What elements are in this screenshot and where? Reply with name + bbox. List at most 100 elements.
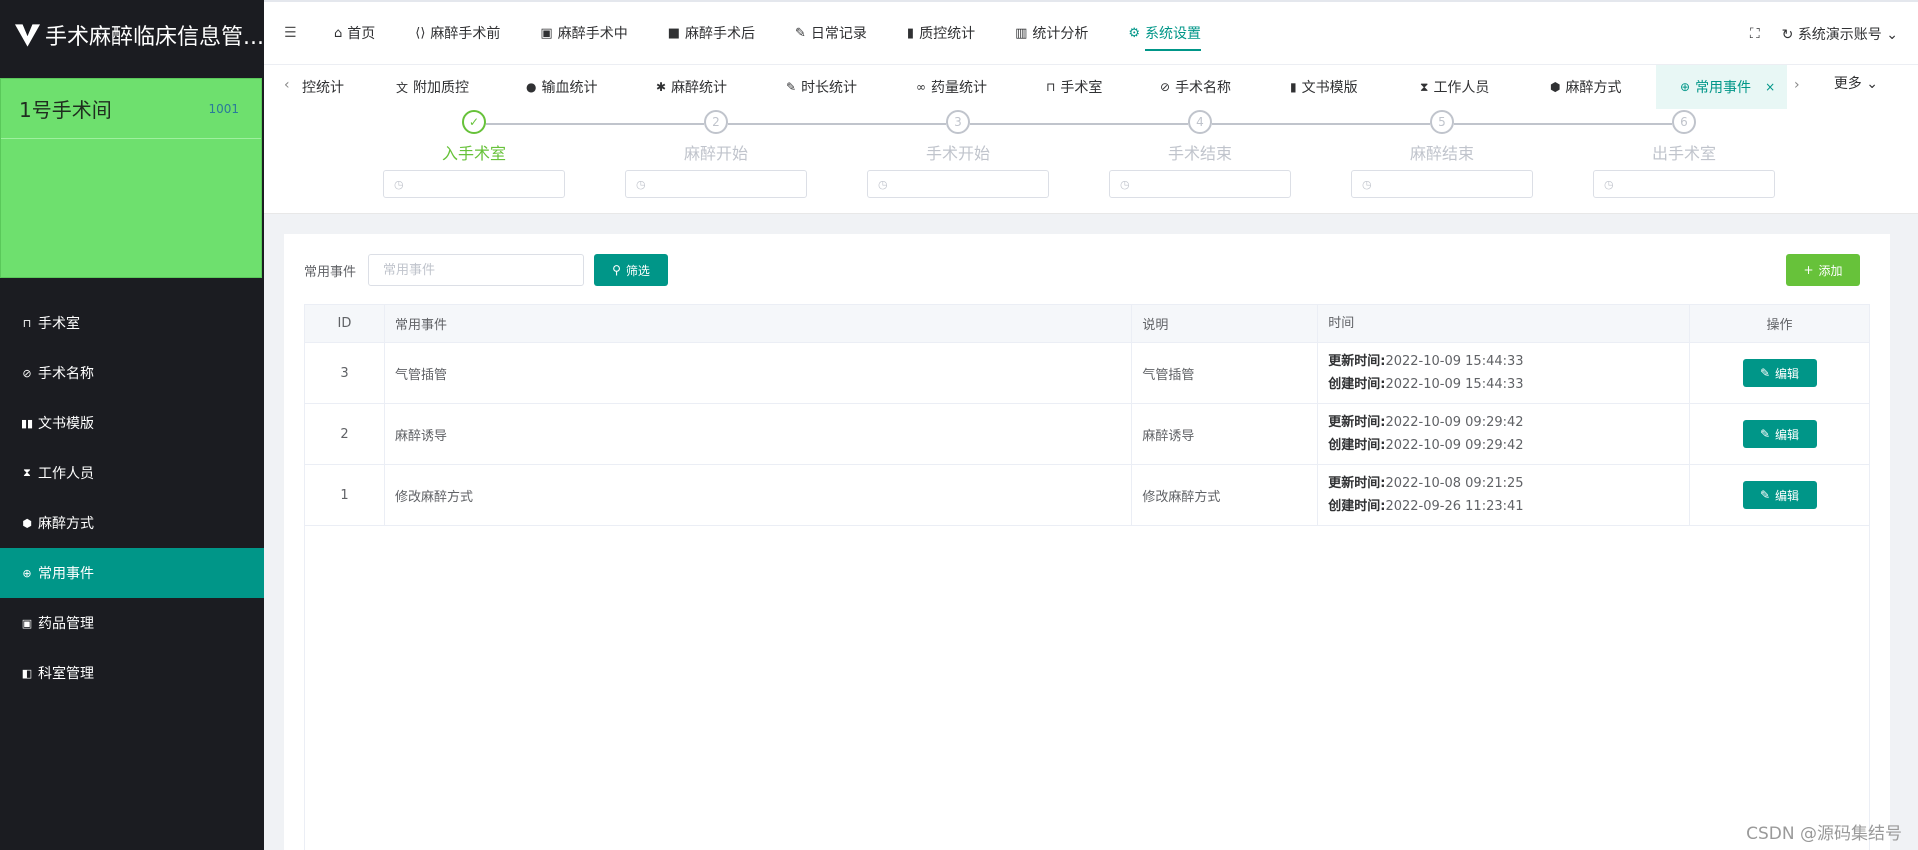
tab-operating-room[interactable]: ⊓ 手术室 — [1046, 65, 1102, 109]
nav-quality-stats[interactable]: ▮ 质控统计 — [887, 1, 995, 65]
event-search-input[interactable] — [368, 254, 585, 286]
sidebar-item-staff[interactable]: ⧗ 工作人员 — [0, 448, 264, 498]
edit-icon: ✎ — [1759, 366, 1771, 380]
filter-button[interactable]: ⚲ 筛选 — [594, 254, 669, 286]
nav-home[interactable]: ⌂ 首页 — [314, 1, 395, 65]
app-logo[interactable]: 手术麻醉临床信息管... — [0, 0, 264, 70]
video-icon: ■ — [667, 25, 681, 41]
page-tabs-bar: ‹ 控统计 文 附加质控 ● 输血统计 ✱ 麻醉统计 ✎ 时长统计 ∞ 药量统计… — [264, 64, 1918, 110]
tab-dosage-stats[interactable]: ∞ 药量统计 — [916, 65, 987, 109]
sidebar-item-surgery-name[interactable]: ⊘ 手术名称 — [0, 348, 264, 398]
tab-label: 控统计 — [302, 80, 344, 96]
tab-extra-quality[interactable]: 文 附加质控 — [396, 65, 469, 109]
cell-description: 气管插管 — [1131, 342, 1319, 404]
film-icon: ▣ — [540, 25, 553, 41]
tab-label: 手术室 — [1060, 80, 1103, 96]
sidebar-item-operating-room[interactable]: ⊓ 手术室 — [0, 298, 264, 348]
no-icon: ⊘ — [22, 366, 32, 380]
more-label: 更多 — [1833, 76, 1862, 92]
step-time-input[interactable]: ◷ — [1351, 170, 1533, 198]
clock-icon: ◷ — [1362, 177, 1372, 191]
plus-icon: + — [1803, 263, 1814, 277]
tabs-more-button[interactable]: 更多 ⌄ — [1834, 73, 1878, 93]
room-icon: ⊓ — [22, 316, 32, 330]
nav-label: 日常记录 — [810, 26, 867, 42]
top-navigation: ☰ ⌂ 首页 ⟨⟩ 麻醉手术前 ▣ 麻醉手术中 ■ 麻醉手术后 ✎ 日常记录 ▮… — [264, 0, 1918, 64]
table-header-row: ID 常用事件 说明 时间 操作 — [304, 304, 1870, 343]
sidebar-item-label: 科室管理 — [38, 666, 94, 682]
room-code: 1001 — [208, 101, 239, 116]
step-number: 2 — [704, 110, 728, 134]
home-icon: ⌂ — [334, 25, 343, 41]
sidebar-item-label: 手术室 — [38, 316, 80, 332]
tab-staff[interactable]: ⧗ 工作人员 — [1420, 65, 1489, 109]
clock-icon: ◷ — [394, 177, 404, 191]
tab-anesthesia-method[interactable]: ⬢ 麻醉方式 — [1550, 65, 1621, 109]
watermark: CSDN @源码集结号 — [1746, 824, 1902, 844]
col-event: 常用事件 — [383, 304, 1133, 343]
operating-room-card[interactable]: 1号手术间 1001 — [0, 78, 262, 278]
fullscreen-icon[interactable]: ⛶ — [1750, 26, 1760, 42]
file-plus-icon: ▣ — [21, 616, 33, 630]
nav-statistics[interactable]: ▥ 统计分析 — [995, 1, 1108, 65]
filter-button-label: 筛选 — [625, 263, 650, 278]
update-time: 2022-10-09 09:29:42 — [1385, 415, 1524, 430]
nav-intra-op[interactable]: ▣ 麻醉手术中 — [520, 1, 647, 65]
table-row: 2 麻醉诱导 麻醉诱导 更新时间:2022-10-09 09:29:42 创建时… — [304, 403, 1870, 465]
drop-icon: ● — [526, 80, 537, 94]
sidebar-item-label: 常用事件 — [38, 566, 94, 582]
sidebar-item-drug-management[interactable]: ▣ 药品管理 — [0, 598, 264, 648]
update-time-label: 更新时间: — [1328, 354, 1386, 369]
edit-button[interactable]: ✎ 编辑 — [1742, 359, 1817, 387]
bar-chart-icon: ▥ — [1015, 25, 1028, 41]
cell-time: 更新时间:2022-10-08 09:21:25 创建时间:2022-09-26… — [1317, 464, 1691, 526]
create-time-label: 创建时间: — [1328, 499, 1386, 514]
sidebar-item-document-template[interactable]: ▮▮ 文书模版 — [0, 398, 264, 448]
clock-icon: ◷ — [636, 177, 646, 191]
step-time-input[interactable]: ◷ — [1109, 170, 1291, 198]
tab-quality-stats[interactable]: 控统计 — [302, 65, 344, 109]
create-time: 2022-09-26 11:23:41 — [1385, 499, 1524, 514]
search-icon: ⚲ — [612, 263, 621, 277]
step-time-input[interactable]: ◷ — [625, 170, 807, 198]
sidebar-item-common-events[interactable]: ⊕ 常用事件 — [0, 548, 264, 598]
tab-anesthesia-stats[interactable]: ✱ 麻醉统计 — [656, 65, 727, 109]
tab-transfusion-stats[interactable]: ● 输血统计 — [526, 65, 597, 109]
plus-circle-icon: ⊕ — [22, 566, 32, 580]
nav-daily-record[interactable]: ✎ 日常记录 — [775, 1, 887, 65]
nav-pre-op[interactable]: ⟨⟩ 麻醉手术前 — [395, 1, 520, 65]
step-anesthesia-start: 2 麻醉开始 ◷ — [625, 110, 807, 198]
tab-common-events[interactable]: ⊕ 常用事件 × — [1656, 65, 1788, 109]
add-button[interactable]: + 添加 — [1786, 254, 1860, 286]
step-time-input[interactable]: ◷ — [1593, 170, 1775, 198]
sidebar-item-label: 手术名称 — [38, 366, 94, 382]
close-icon[interactable]: × — [1765, 80, 1775, 94]
tab-surgery-name[interactable]: ⊘ 手术名称 — [1160, 65, 1231, 109]
step-time-input[interactable]: ◷ — [383, 170, 565, 198]
nav-system-settings[interactable]: ⚙ 系统设置 — [1108, 1, 1221, 65]
sidebar: 手术麻醉临床信息管... 1号手术间 1001 ⊓ 手术室 ⊘ 手术名称 ▮▮ … — [0, 0, 264, 850]
tab-duration-stats[interactable]: ✎ 时长统计 — [786, 65, 857, 109]
events-table: ID 常用事件 说明 时间 操作 3 气管插管 气管插管 更新时间:2022-1… — [304, 304, 1870, 526]
logo-v-icon — [14, 24, 41, 47]
sidebar-item-department-management[interactable]: ◧ 科室管理 — [0, 648, 264, 698]
cell-event: 修改麻醉方式 — [383, 464, 1133, 526]
edit-icon: ✎ — [1759, 427, 1771, 441]
tabs-scroll-left-icon[interactable]: ‹ — [284, 77, 290, 93]
update-time-label: 更新时间: — [1328, 415, 1386, 430]
account-menu[interactable]: ↻ 系统演示账号 ⌄ — [1782, 24, 1898, 44]
edit-button[interactable]: ✎ 编辑 — [1742, 481, 1817, 509]
tabs-scroll-right-icon[interactable]: › — [1794, 77, 1800, 93]
tab-document-template[interactable]: ▮ 文书模版 — [1290, 65, 1358, 109]
angular-icon: ⬢ — [22, 516, 32, 530]
nav-post-op[interactable]: ■ 麻醉手术后 — [648, 1, 775, 65]
step-time-input[interactable]: ◷ — [867, 170, 1049, 198]
edit-button[interactable]: ✎ 编辑 — [1742, 420, 1817, 448]
step-title: 手术开始 — [925, 144, 990, 163]
step-surgery-end: 4 手术结束 ◷ — [1109, 110, 1291, 198]
sidebar-item-anesthesia-method[interactable]: ⬢ 麻醉方式 — [0, 498, 264, 548]
tab-label: 时长统计 — [801, 80, 858, 96]
room-icon: ⊓ — [1046, 80, 1056, 94]
collapse-menu-icon[interactable]: ☰ — [284, 25, 314, 41]
tab-label: 输血统计 — [541, 80, 598, 96]
